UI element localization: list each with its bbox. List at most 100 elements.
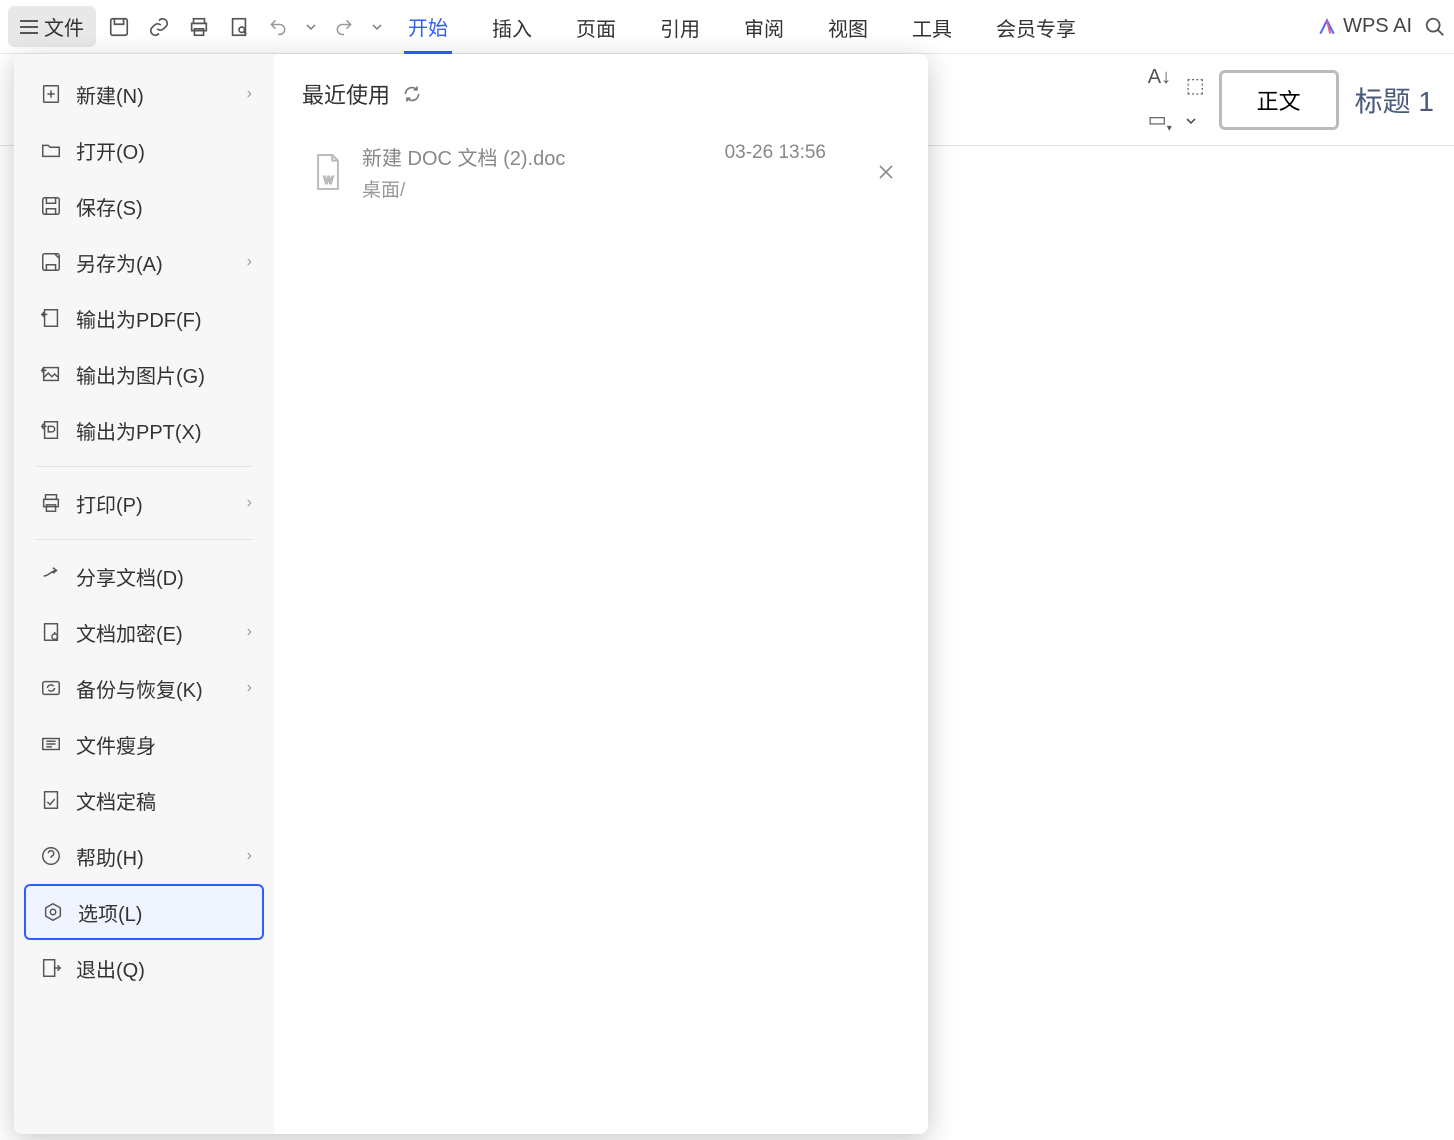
- tab-tools[interactable]: 工具: [908, 1, 956, 52]
- redo-icon[interactable]: [334, 17, 354, 37]
- tab-member[interactable]: 会员专享: [992, 1, 1080, 52]
- recent-file-time: 03-26 13:56: [725, 142, 826, 164]
- save-icon[interactable]: [108, 16, 130, 38]
- file-item-saveas[interactable]: 另存为(A) ›: [24, 234, 264, 290]
- file-item-label: 分享文档(D): [76, 562, 252, 591]
- backup-icon: [36, 677, 66, 699]
- select-dropdown-icon[interactable]: [1186, 116, 1205, 126]
- file-item-label: 文档加密(E): [76, 618, 247, 647]
- recent-area: 最近使用 W 新建 DOC 文档 (2).doc 桌面/ 03-26 13:56: [274, 54, 928, 1134]
- file-item-label: 选项(L): [78, 898, 250, 927]
- refresh-icon[interactable]: [402, 84, 422, 104]
- file-item-encrypt[interactable]: 文档加密(E) ›: [24, 604, 264, 660]
- file-menu-sidebar: 新建(N) › 打开(O) 保存(S) 另存为(A) › 输出为PDF(F) 输…: [14, 54, 274, 1134]
- pdf-icon: [36, 307, 66, 329]
- file-item-label: 保存(S): [76, 192, 252, 221]
- file-item-export-pdf[interactable]: 输出为PDF(F): [24, 290, 264, 346]
- file-item-export-image[interactable]: 输出为图片(G): [24, 346, 264, 402]
- redo-dropdown-icon[interactable]: [372, 22, 382, 32]
- print-icon[interactable]: [188, 16, 210, 38]
- style-heading-1[interactable]: 标题 1: [1347, 80, 1442, 120]
- file-item-exit[interactable]: 退出(Q): [24, 940, 264, 996]
- print-preview-icon[interactable]: [228, 16, 250, 38]
- file-item-options[interactable]: 选项(L): [24, 884, 264, 940]
- file-item-help[interactable]: 帮助(H) ›: [24, 828, 264, 884]
- file-item-label: 新建(N): [76, 80, 247, 109]
- file-item-save[interactable]: 保存(S): [24, 178, 264, 234]
- textbox-icon[interactable]: ▭▾: [1148, 107, 1172, 134]
- file-item-label: 打印(P): [76, 489, 247, 518]
- new-icon: [36, 83, 66, 105]
- file-item-export-ppt[interactable]: 输出为PPT(X): [24, 402, 264, 458]
- hamburger-icon: [20, 20, 38, 34]
- file-menu-panel: 新建(N) › 打开(O) 保存(S) 另存为(A) › 输出为PDF(F) 输…: [14, 54, 928, 1134]
- recent-title-label: 最近使用: [302, 78, 390, 110]
- file-item-share[interactable]: 分享文档(D): [24, 548, 264, 604]
- style-body-card[interactable]: 正文: [1219, 70, 1339, 130]
- file-item-label: 另存为(A): [76, 248, 247, 277]
- top-toolbar: 文件 开始 插入 页面 引用 审阅 视图 工具 会员专享 WPS AI: [0, 0, 1454, 54]
- tab-insert[interactable]: 插入: [488, 1, 536, 52]
- doc-icon: W: [308, 152, 348, 192]
- ribbon-mini-icons: A↓ ▭▾: [1148, 66, 1172, 134]
- wps-ai-label: WPS AI: [1343, 15, 1412, 38]
- open-icon: [36, 139, 66, 161]
- tab-page[interactable]: 页面: [572, 1, 620, 52]
- wps-ai-logo-icon: [1317, 17, 1337, 37]
- undo-dropdown-icon[interactable]: [306, 22, 316, 32]
- style-body-label: 正文: [1257, 84, 1301, 116]
- encrypt-icon: [36, 621, 66, 643]
- sort-icon[interactable]: A↓: [1148, 66, 1172, 89]
- ppt-icon: [36, 419, 66, 441]
- image-icon: [36, 363, 66, 385]
- quick-access-icons: [108, 16, 382, 38]
- search-icon[interactable]: [1424, 16, 1446, 38]
- recent-file-name: 新建 DOC 文档 (2).doc: [362, 142, 565, 171]
- chevron-right-icon: ›: [247, 85, 252, 103]
- file-item-open[interactable]: 打开(O): [24, 122, 264, 178]
- chevron-right-icon: ›: [247, 679, 252, 697]
- saveas-icon: [36, 251, 66, 273]
- chevron-right-icon: ›: [247, 253, 252, 271]
- save-icon: [36, 195, 66, 217]
- recent-title-row: 最近使用: [302, 78, 900, 110]
- right-tools: WPS AI: [1317, 15, 1446, 38]
- svg-text:W: W: [324, 175, 334, 186]
- file-item-finalize[interactable]: 文档定稿: [24, 772, 264, 828]
- chevron-right-icon: ›: [247, 494, 252, 512]
- close-icon[interactable]: [878, 164, 894, 180]
- recent-file-item[interactable]: W 新建 DOC 文档 (2).doc 桌面/ 03-26 13:56: [302, 134, 900, 210]
- file-item-label: 退出(Q): [76, 954, 252, 983]
- file-item-label: 文件瘦身: [76, 730, 252, 759]
- options-icon: [38, 901, 68, 923]
- recent-file-meta: 新建 DOC 文档 (2).doc 桌面/ 03-26 13:56: [362, 142, 874, 202]
- tab-review[interactable]: 审阅: [740, 1, 788, 52]
- file-item-new[interactable]: 新建(N) ›: [24, 66, 264, 122]
- file-item-label: 文档定稿: [76, 786, 252, 815]
- final-icon: [36, 789, 66, 811]
- file-menu-button[interactable]: 文件: [8, 6, 96, 47]
- file-item-slim[interactable]: 文件瘦身: [24, 716, 264, 772]
- link-icon[interactable]: [148, 16, 170, 38]
- ribbon-tabs: 开始 插入 页面 引用 审阅 视图 工具 会员专享: [404, 0, 1301, 54]
- file-item-label: 帮助(H): [76, 842, 247, 871]
- tab-reference[interactable]: 引用: [656, 1, 704, 52]
- file-item-label: 输出为PPT(X): [76, 416, 252, 445]
- file-item-print[interactable]: 打印(P) ›: [24, 475, 264, 531]
- file-menu-label: 文件: [44, 12, 84, 41]
- undo-icon[interactable]: [268, 17, 288, 37]
- print-icon: [36, 492, 66, 514]
- tab-view[interactable]: 视图: [824, 1, 872, 52]
- file-item-label: 备份与恢复(K): [76, 674, 247, 703]
- ribbon-mini-icons-2: ⬚: [1186, 73, 1205, 126]
- tab-start[interactable]: 开始: [404, 0, 452, 54]
- file-item-backup[interactable]: 备份与恢复(K) ›: [24, 660, 264, 716]
- slim-icon: [36, 733, 66, 755]
- help-icon: [36, 845, 66, 867]
- wps-ai-button[interactable]: WPS AI: [1317, 15, 1412, 38]
- share-icon: [36, 565, 66, 587]
- select-icon[interactable]: ⬚: [1186, 73, 1205, 98]
- file-item-label: 输出为图片(G): [76, 360, 252, 389]
- recent-file-path: 桌面/: [362, 175, 565, 202]
- file-item-label: 输出为PDF(F): [76, 304, 252, 333]
